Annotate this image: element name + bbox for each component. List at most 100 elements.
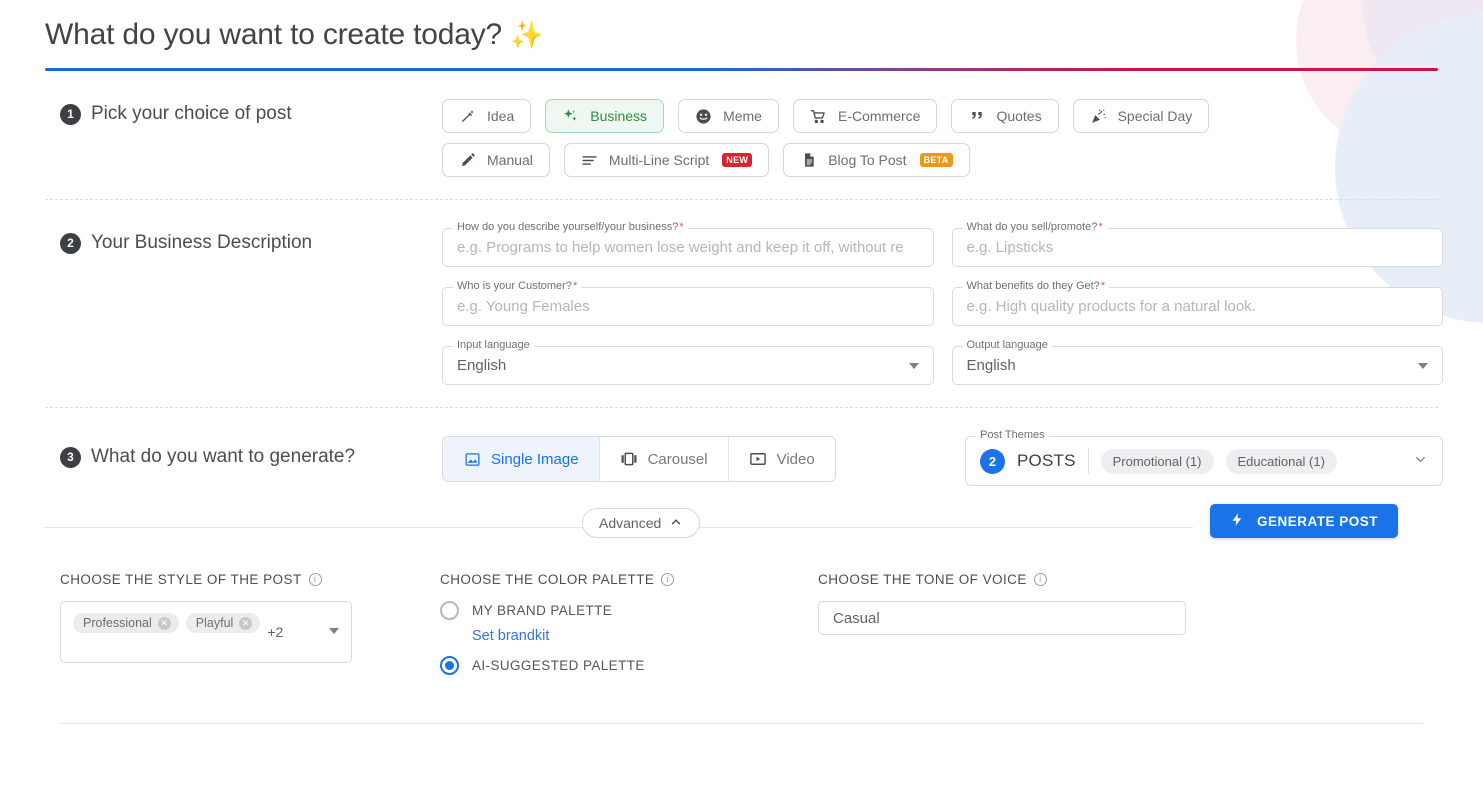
chevron-up-icon bbox=[669, 515, 683, 532]
field-output-language: Output language English bbox=[952, 346, 1444, 385]
post-type-manual[interactable]: Manual bbox=[442, 143, 550, 177]
page-title: What do you want to create today? ✨ bbox=[45, 18, 1438, 52]
post-type-business[interactable]: Business bbox=[545, 99, 664, 133]
remove-chip-icon[interactable]: ✕ bbox=[239, 617, 252, 630]
style-multiselect[interactable]: Professional ✕ Playful ✕ +2 bbox=[60, 601, 352, 663]
sparkles-icon bbox=[562, 108, 579, 125]
post-type-idea-label: Idea bbox=[487, 108, 514, 124]
pencil-icon bbox=[459, 152, 476, 169]
step1-number-badge: 1 bbox=[60, 104, 81, 125]
tab-video-label: Video bbox=[777, 451, 815, 468]
post-type-quotes[interactable]: Quotes bbox=[951, 99, 1058, 133]
generate-type-tabs: Single Image Carousel Video bbox=[442, 436, 836, 482]
post-type-ecommerce[interactable]: E-Commerce bbox=[793, 99, 937, 133]
theme-chip-promotional[interactable]: Promotional (1) bbox=[1101, 449, 1214, 474]
radio-ai-suggested-palette[interactable]: AI-SUGGESTED PALETTE bbox=[440, 656, 818, 675]
post-type-multi-line-script-label: Multi-Line Script bbox=[609, 152, 709, 168]
magic-wand-icon bbox=[459, 108, 476, 125]
info-icon[interactable]: i bbox=[661, 573, 674, 586]
chevron-down-icon[interactable] bbox=[1413, 452, 1428, 471]
step2-number-badge: 2 bbox=[60, 233, 81, 254]
style-column: CHOOSE THE STYLE OF THE POST i Professio… bbox=[60, 572, 440, 683]
bottom-divider bbox=[60, 723, 1423, 724]
post-type-multi-line-script[interactable]: Multi-Line Script NEW bbox=[564, 143, 769, 177]
post-themes-box[interactable]: 2 POSTS Promotional (1) Educational (1) bbox=[965, 436, 1443, 486]
info-icon[interactable]: i bbox=[309, 573, 322, 586]
palette-heading: CHOOSE THE COLOR PALETTE i bbox=[440, 572, 818, 587]
post-type-idea[interactable]: Idea bbox=[442, 99, 531, 133]
field-output-language-label: Output language bbox=[963, 339, 1052, 352]
chevron-down-icon bbox=[909, 363, 919, 369]
set-brandkit-link[interactable]: Set brandkit bbox=[472, 628, 818, 644]
tab-single-image-label: Single Image bbox=[491, 451, 579, 468]
smiley-face-icon bbox=[695, 108, 712, 125]
step3-number-badge: 3 bbox=[60, 447, 81, 468]
radio-button-on bbox=[440, 656, 459, 675]
field-input-language: Input language English bbox=[442, 346, 934, 385]
image-icon bbox=[463, 450, 481, 468]
post-type-meme-label: Meme bbox=[723, 108, 762, 124]
post-type-special-day[interactable]: Special Day bbox=[1073, 99, 1210, 133]
chevron-down-icon bbox=[1418, 363, 1428, 369]
post-type-manual-label: Manual bbox=[487, 152, 533, 168]
tone-heading-label: CHOOSE THE TONE OF VOICE bbox=[818, 572, 1027, 587]
generate-post-button[interactable]: GENERATE POST bbox=[1210, 504, 1398, 538]
theme-chip-educational[interactable]: Educational (1) bbox=[1226, 449, 1337, 474]
post-themes-label: Post Themes bbox=[976, 429, 1049, 442]
tone-of-voice-input[interactable]: Casual bbox=[818, 601, 1186, 635]
style-chip-playful-label: Playful bbox=[196, 616, 234, 630]
input-language-value: English bbox=[457, 357, 506, 374]
style-heading-label: CHOOSE THE STYLE OF THE POST bbox=[60, 572, 302, 587]
themes-separator bbox=[1088, 448, 1089, 474]
post-type-business-label: Business bbox=[590, 108, 647, 124]
party-popper-icon bbox=[1090, 108, 1107, 125]
palette-heading-label: CHOOSE THE COLOR PALETTE bbox=[440, 572, 654, 587]
badge-new: NEW bbox=[722, 153, 752, 167]
tab-carousel[interactable]: Carousel bbox=[600, 437, 729, 481]
lines-icon bbox=[581, 152, 598, 169]
sparkles-emoji-icon: ✨ bbox=[510, 20, 543, 50]
style-chip-playful: Playful ✕ bbox=[186, 613, 261, 633]
radio-my-brand-palette-label: MY BRAND PALETTE bbox=[472, 603, 612, 618]
quote-marks-icon bbox=[968, 108, 985, 125]
section-what-to-generate: 3 What do you want to generate? Single I… bbox=[40, 408, 1443, 486]
field-sell-promote-label: What do you sell/promote?* bbox=[963, 221, 1107, 234]
field-benefits: What benefits do they Get?* e.g. High qu… bbox=[952, 287, 1444, 326]
shopping-cart-icon bbox=[810, 108, 827, 125]
post-count-word: POSTS bbox=[1017, 451, 1076, 471]
carousel-icon bbox=[620, 450, 638, 468]
post-type-blog-to-post-label: Blog To Post bbox=[828, 152, 906, 168]
tab-single-image[interactable]: Single Image bbox=[443, 437, 600, 481]
radio-my-brand-palette[interactable]: MY BRAND PALETTE bbox=[440, 601, 818, 620]
step3-title: What do you want to generate? bbox=[91, 446, 355, 468]
post-type-quotes-label: Quotes bbox=[996, 108, 1041, 124]
post-themes-control: Post Themes 2 POSTS Promotional (1) Educ… bbox=[965, 436, 1443, 486]
section-business-description: 2 Your Business Description How do you d… bbox=[40, 200, 1443, 407]
section-pick-post-type: 1 Pick your choice of post Idea Business… bbox=[40, 71, 1443, 199]
post-type-meme[interactable]: Meme bbox=[678, 99, 779, 133]
step1-heading: 1 Pick your choice of post bbox=[40, 99, 442, 125]
advanced-toggle-button[interactable]: Advanced bbox=[582, 508, 700, 538]
field-describe-business: How do you describe yourself/your busine… bbox=[442, 228, 934, 267]
field-customer-label: Who is your Customer?* bbox=[453, 280, 581, 293]
remove-chip-icon[interactable]: ✕ bbox=[158, 617, 171, 630]
post-type-blog-to-post[interactable]: Blog To Post BETA bbox=[783, 143, 969, 177]
palette-column: CHOOSE THE COLOR PALETTE i MY BRAND PALE… bbox=[440, 572, 818, 683]
chevron-down-icon[interactable] bbox=[329, 628, 339, 634]
info-icon[interactable]: i bbox=[1034, 573, 1047, 586]
output-language-value: English bbox=[967, 357, 1016, 374]
style-heading: CHOOSE THE STYLE OF THE POST i bbox=[60, 572, 440, 587]
post-type-options: Idea Business Meme E-Commerce Quotes bbox=[442, 99, 1302, 177]
radio-button-off bbox=[440, 601, 459, 620]
tab-video[interactable]: Video bbox=[729, 437, 835, 481]
business-fields-grid: How do you describe yourself/your busine… bbox=[442, 228, 1443, 385]
badge-beta: BETA bbox=[920, 153, 953, 167]
document-icon bbox=[800, 152, 817, 169]
field-input-language-label: Input language bbox=[453, 339, 534, 352]
style-more-count: +2 bbox=[267, 624, 283, 640]
style-chip-professional: Professional ✕ bbox=[73, 613, 179, 633]
page-title-text: What do you want to create today? bbox=[45, 18, 502, 51]
field-customer: Who is your Customer?* e.g. Young Female… bbox=[442, 287, 934, 326]
step3-heading: 3 What do you want to generate? bbox=[40, 436, 442, 468]
field-describe-business-label: How do you describe yourself/your busine… bbox=[453, 221, 688, 234]
